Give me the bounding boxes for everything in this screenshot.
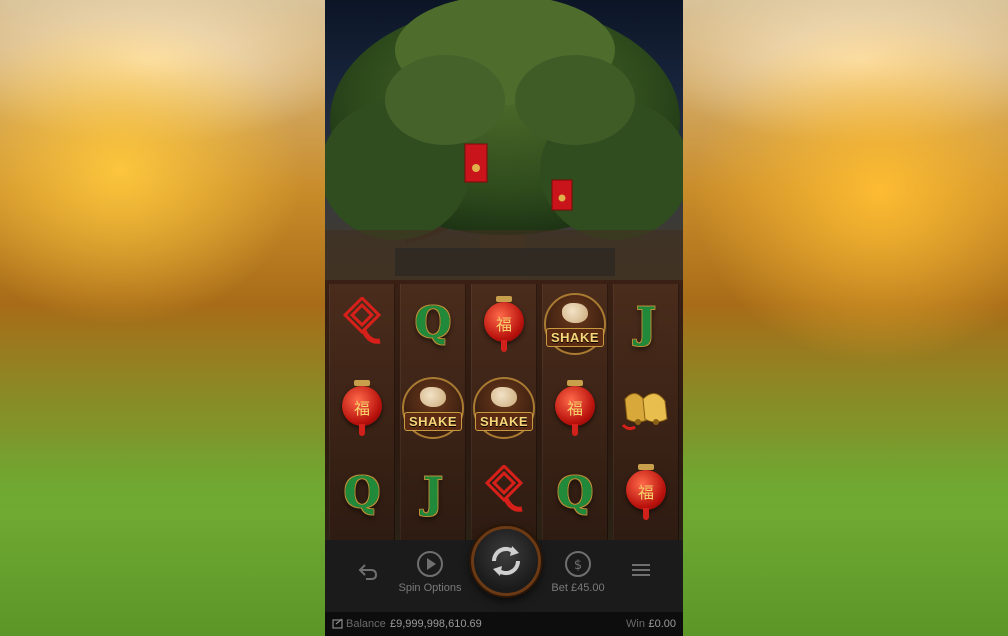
lantern-icon: 福 (626, 464, 666, 520)
status-bar: Balance £9,999,998,610.69 Win £0.00 (325, 612, 683, 636)
symbol-bells (614, 374, 678, 438)
win-label: Win (626, 618, 645, 630)
reel-1: 福 Q (329, 284, 395, 540)
symbol-q: Q (343, 467, 381, 517)
shake-label: SHAKE (546, 328, 605, 347)
hamburger-menu-icon (632, 564, 650, 576)
symbol-q: Q (414, 297, 452, 347)
lantern-icon: 福 (342, 380, 382, 436)
shake-label: SHAKE (475, 412, 534, 431)
red-envelope-2 (551, 179, 573, 211)
shake-medal-icon: SHAKE (402, 377, 464, 439)
spin-options-label: Spin Options (398, 582, 462, 594)
lantern-character: 福 (566, 399, 583, 418)
spin-button[interactable] (471, 526, 541, 596)
reels-area: 福 Q Q SHAKE J 福 SHAKE SHAKE 福 Q J 福 (325, 280, 683, 540)
symbol-q: Q (556, 467, 594, 517)
symbol-lantern: 福 (472, 290, 536, 354)
balance-value: £9,999,998,610.69 (390, 618, 482, 630)
bet-button[interactable]: $ Bet £45.00 (547, 550, 609, 602)
lantern-character: 福 (637, 483, 654, 502)
bet-label: Bet (551, 582, 568, 594)
symbol-j: J (423, 467, 443, 517)
symbol-lantern: 福 (330, 374, 394, 438)
reel-2: Q SHAKE J (400, 284, 466, 540)
symbol-shake: SHAKE (543, 292, 607, 356)
menu-button[interactable] (629, 562, 653, 582)
chinese-knot-icon (342, 297, 382, 344)
reel-5: J 福 (613, 284, 679, 540)
reel-3: 福 SHAKE (471, 284, 537, 540)
reel-4: SHAKE 福 Q (542, 284, 608, 540)
lantern-icon: 福 (484, 296, 524, 352)
control-bar: Spin Options $ Bet £45.00 (325, 526, 683, 612)
balance-toggle-icon[interactable] (332, 618, 344, 630)
play-circle-icon (417, 551, 443, 577)
golden-bells-icon (621, 393, 668, 431)
back-arrow-icon (358, 564, 378, 580)
money-tree (325, 0, 683, 290)
symbol-shake: SHAKE (401, 376, 465, 440)
back-button[interactable] (355, 560, 381, 584)
chinese-knot-icon (484, 465, 524, 512)
symbol-lantern: 福 (543, 374, 607, 438)
lantern-icon: 福 (555, 380, 595, 436)
spin-options-button[interactable]: Spin Options (391, 550, 469, 602)
bet-value: £45.00 (570, 582, 605, 594)
coin-icon: $ (565, 551, 591, 577)
lantern-character: 福 (495, 315, 512, 334)
shake-medal-icon: SHAKE (473, 377, 535, 439)
game-frame: 福 Q Q SHAKE J 福 SHAKE SHAKE 福 Q J 福 Spin… (325, 0, 683, 636)
win-value: £0.00 (648, 618, 676, 630)
spin-arrows-icon (491, 546, 521, 576)
balance-label: Balance (346, 618, 386, 630)
shake-medal-icon: SHAKE (544, 293, 606, 355)
symbol-knot (330, 290, 394, 354)
symbol-shake: SHAKE (472, 376, 536, 440)
symbol-knot (472, 458, 536, 522)
symbol-lantern: 福 (614, 458, 678, 522)
lantern-character: 福 (353, 399, 370, 418)
symbol-j: J (636, 297, 656, 347)
shake-label: SHAKE (404, 412, 463, 431)
svg-text:$: $ (574, 558, 582, 573)
red-envelope-1 (464, 143, 488, 183)
